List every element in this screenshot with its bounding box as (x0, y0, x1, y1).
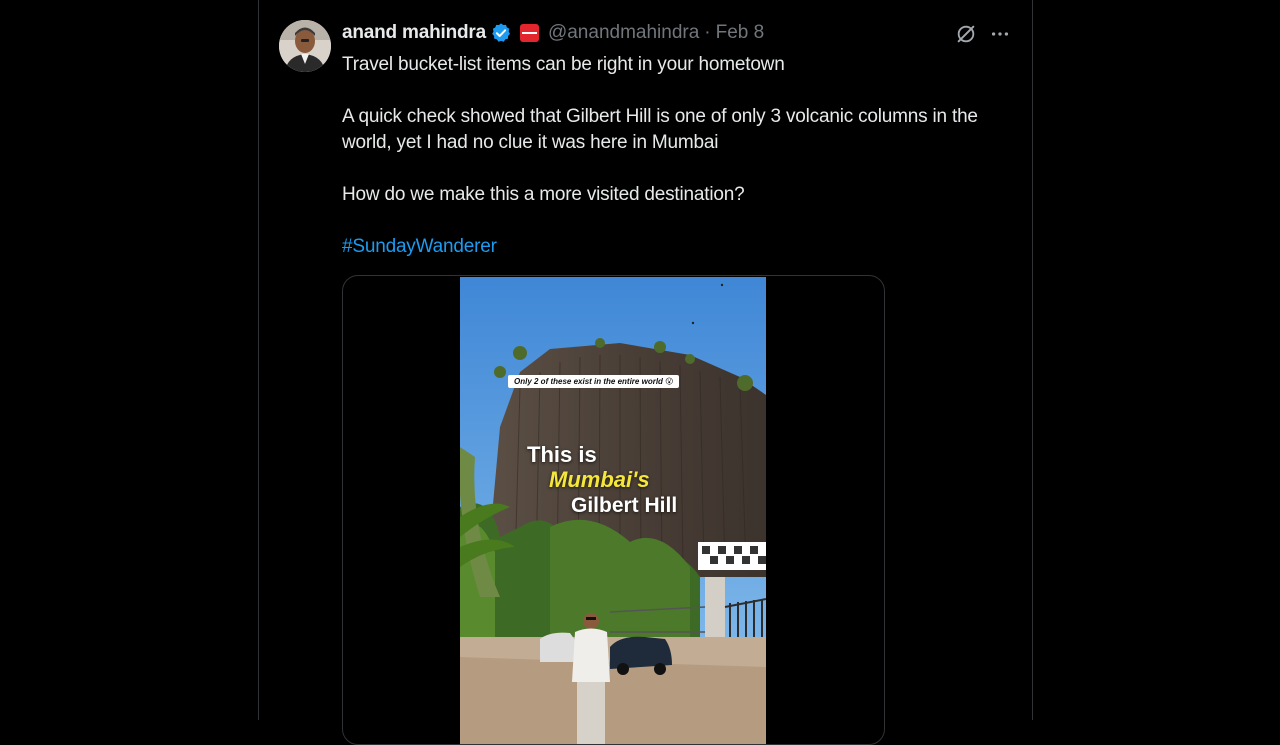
video-caption-badge: Only 2 of these exist in the entire worl… (508, 375, 680, 388)
grok-icon[interactable] (953, 21, 979, 47)
author-name[interactable]: anand mahindra (342, 22, 486, 44)
header-separator: · (704, 22, 711, 43)
author-avatar[interactable] (279, 20, 331, 72)
verified-badge-icon (490, 22, 512, 44)
author-handle[interactable]: @anandmahindra (548, 22, 699, 44)
video-thumbnail[interactable]: Only 2 of these exist in the entire worl… (460, 277, 766, 744)
tweet-body: Travel bucket-list items can be right in… (342, 52, 1012, 286)
tweet-header: anand mahindra @anandmahindra · Feb 8 (342, 20, 764, 46)
affiliate-logo-icon[interactable] (519, 24, 539, 42)
tweet-date[interactable]: Feb 8 (716, 22, 765, 44)
video-overlay-text: Gilbert Hill (571, 494, 678, 517)
tweet-text-line: A quick check showed that Gilbert Hill i… (342, 106, 978, 153)
more-options-icon[interactable] (987, 21, 1013, 47)
tweet-column: anand mahindra @anandmahindra · Feb 8 Tr… (258, 0, 1033, 745)
video-overlay-text: Mumbai's (549, 467, 650, 492)
video-overlay-text: This is (527, 442, 597, 467)
hashtag-link[interactable]: #SundayWanderer (342, 236, 497, 257)
tweet-text-line: How do we make this a more visited desti… (342, 184, 745, 205)
media-card[interactable]: Only 2 of these exist in the entire worl… (342, 275, 885, 745)
tweet-text-line: Travel bucket-list items can be right in… (342, 54, 785, 75)
